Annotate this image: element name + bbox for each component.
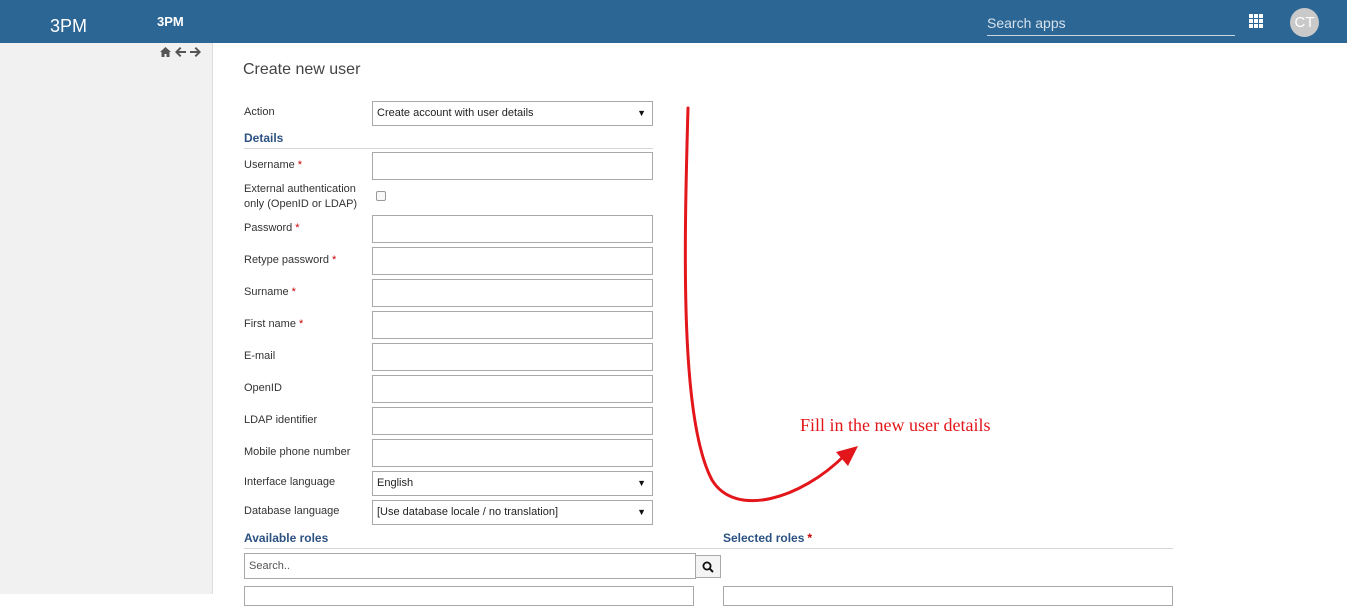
annotation-text: Fill in the new user details [800,415,991,435]
annotation-arrow [683,106,858,503]
